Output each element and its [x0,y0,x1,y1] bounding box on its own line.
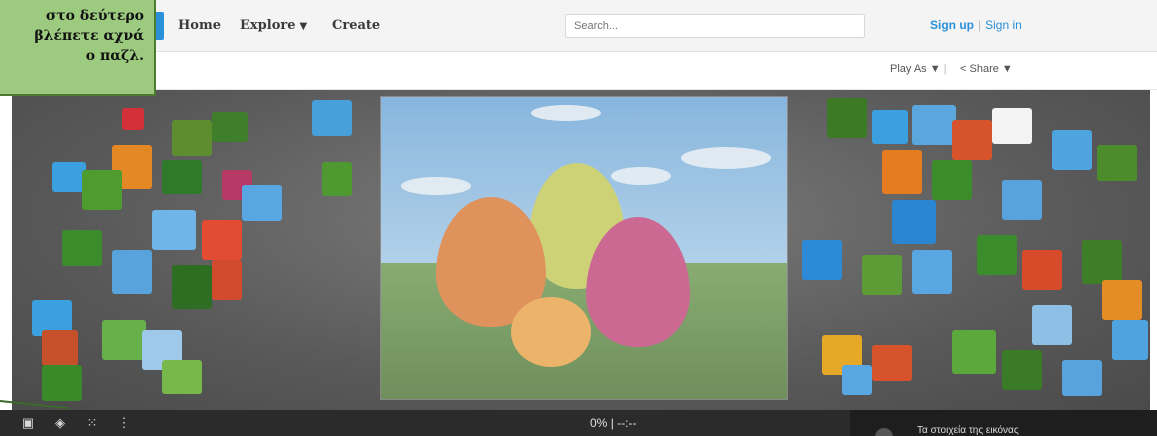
image-info-text: Τα στοιχεία της εικόνας [917,425,1019,436]
progress-percent: 0% [590,416,608,430]
progress-separator: | [610,416,614,430]
puzzle-piece[interactable] [952,330,996,374]
puzzle-piece[interactable] [1097,145,1137,181]
annotation-callout: στο δεύτερο βλέπετε αχνά ο παζλ. [0,0,156,96]
puzzle-piece[interactable] [162,360,202,394]
puzzle-piece[interactable] [912,250,952,294]
chevron-down-icon: ▼ [929,63,941,75]
annotation-line: ο παζλ. [85,48,144,64]
puzzle-piece[interactable] [42,365,82,401]
puzzle-piece[interactable] [1112,320,1148,360]
more-vertical-icon[interactable]: ⋮ [116,415,132,431]
puzzle-piece[interactable] [82,170,122,210]
auth-divider: | [978,18,982,32]
annotation-line: βλέπετε αχνά [34,28,144,44]
share-menu[interactable]: < Share ▼ [960,63,1013,75]
divider: | [943,63,947,75]
annotation-line: στο δεύτερο [45,8,144,24]
puzzle-piece[interactable] [1052,130,1092,170]
jigsaw-page: Home Explore▼ Create Sign up|Sign in ri … [0,0,1157,436]
edges-icon[interactable]: ⁙ [84,415,100,431]
puzzle-piece[interactable] [1102,280,1142,320]
puzzle-piece[interactable] [212,112,248,142]
puzzle-piece[interactable] [202,220,242,260]
puzzle-piece[interactable] [892,200,936,244]
puzzle-piece[interactable] [322,162,352,196]
play-as-menu[interactable]: Play As ▼ | [890,63,947,75]
nav-explore-label: Explore [240,18,296,33]
puzzle-piece[interactable] [872,345,912,381]
puzzle-piece[interactable] [172,265,212,309]
image-icon[interactable]: ▣ [20,415,36,431]
puzzle-piece[interactable] [932,160,972,200]
puzzle-piece[interactable] [242,185,282,221]
puzzle-piece[interactable] [977,235,1017,275]
puzzle-piece[interactable] [122,108,144,130]
puzzle-piece[interactable] [827,98,867,138]
chevron-down-icon: ▼ [1001,63,1013,75]
puzzle-piece[interactable] [1022,250,1062,290]
puzzle-piece[interactable] [862,255,902,295]
puzzle-piece[interactable] [882,150,922,194]
puzzle-piece[interactable] [152,210,196,250]
top-nav: Home Explore▼ Create Sign up |Sign in [0,0,1157,52]
auth-links: Sign up | Sign in [930,18,1022,32]
chevron-down-icon: ▼ [299,21,308,32]
puzzle-piece[interactable] [1062,360,1102,396]
puzzle-piece[interactable] [1032,305,1072,345]
timer: --:-- [617,416,637,430]
puzzle-stage[interactable] [12,90,1150,410]
puzzle-piece[interactable] [1082,240,1122,284]
ghost-image-icon[interactable]: ◈ [52,415,68,431]
puzzle-piece[interactable] [872,110,908,144]
nav-create-link[interactable]: Create [332,18,380,33]
puzzle-piece[interactable] [802,240,842,280]
nav-explore-menu[interactable]: Explore ▼ [240,18,307,33]
puzzle-piece[interactable] [62,230,102,266]
ghost-veil [381,97,787,399]
signin-link[interactable]: Sign in [985,18,1022,32]
puzzle-piece[interactable] [172,120,212,156]
puzzle-piece[interactable] [52,162,86,192]
play-as-label: Play As [890,63,927,75]
search-input[interactable] [565,14,865,38]
share-label: Share [969,63,999,75]
puzzle-piece[interactable] [112,250,152,294]
share-icon: < [960,63,967,75]
progress-readout: 0% | --:-- [590,416,636,430]
puzzle-piece[interactable] [162,160,202,194]
puzzle-piece[interactable] [842,365,872,395]
puzzle-piece[interactable] [312,100,352,136]
puzzle-piece[interactable] [102,320,146,360]
puzzle-piece[interactable] [1002,350,1042,390]
puzzle-board-ghost-image[interactable] [380,96,788,400]
puzzle-piece[interactable] [42,330,78,366]
puzzle-piece[interactable] [212,260,242,300]
nav-home-link[interactable]: Home [178,18,221,33]
signup-link[interactable]: Sign up [930,18,974,32]
puzzle-piece[interactable] [912,105,956,145]
puzzle-piece[interactable] [1002,180,1042,220]
puzzle-piece[interactable] [992,108,1032,144]
puzzle-piece[interactable] [952,120,992,160]
